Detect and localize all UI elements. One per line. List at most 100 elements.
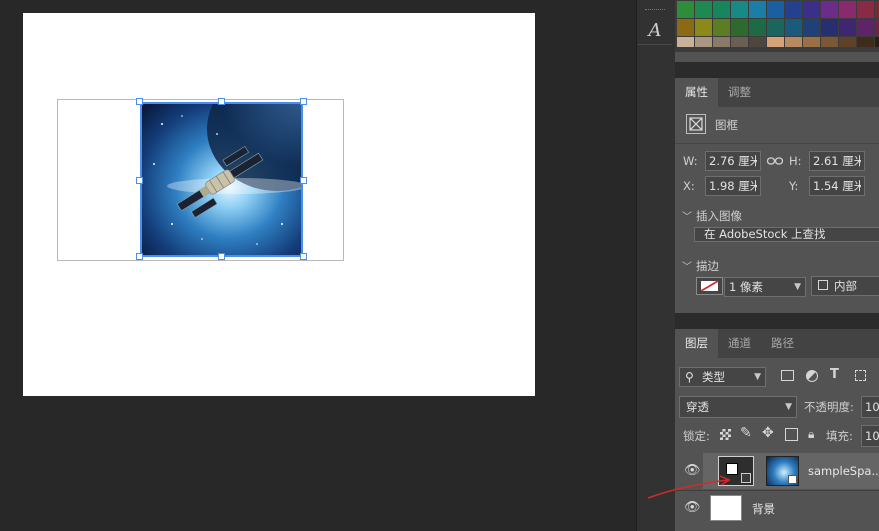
fill-input[interactable] bbox=[861, 425, 879, 447]
color-swatch[interactable] bbox=[803, 1, 820, 18]
layers-tabbar: 图层 通道 路径 bbox=[675, 329, 879, 358]
collapse-chevron-icon[interactable]: ﹀ bbox=[682, 208, 692, 223]
lock-all-icon[interactable]: 🔒︎ bbox=[808, 427, 814, 442]
properties-tabbar: 属性 调整 bbox=[675, 78, 879, 107]
transform-handle-top-center[interactable] bbox=[218, 98, 225, 105]
color-swatch[interactable] bbox=[875, 19, 879, 36]
transform-handle-top-left[interactable] bbox=[136, 98, 143, 105]
color-swatch[interactable] bbox=[731, 1, 748, 18]
tool-strip-grip[interactable] bbox=[645, 9, 665, 12]
transform-handle-middle-right[interactable] bbox=[300, 177, 307, 184]
lock-label: 锁定: bbox=[683, 429, 710, 443]
color-swatch[interactable] bbox=[785, 37, 802, 47]
opacity-input[interactable] bbox=[861, 396, 879, 418]
height-label: H: bbox=[789, 154, 802, 168]
color-swatch[interactable] bbox=[677, 19, 694, 36]
filter-shape-layer-icon[interactable] bbox=[855, 370, 866, 381]
stroke-inside-icon bbox=[818, 280, 828, 290]
color-swatch[interactable] bbox=[695, 1, 712, 18]
blend-mode-dropdown[interactable]: 穿透 ▼ bbox=[679, 396, 797, 418]
color-swatch[interactable] bbox=[677, 37, 694, 47]
width-input[interactable] bbox=[705, 151, 761, 171]
color-swatch[interactable] bbox=[767, 37, 784, 47]
color-swatch[interactable] bbox=[839, 19, 856, 36]
chevron-down-icon: ▼ bbox=[785, 402, 792, 412]
color-swatch[interactable] bbox=[713, 37, 730, 47]
chevron-down-icon: ▼ bbox=[754, 372, 761, 382]
tab-paths[interactable]: 路径 bbox=[761, 329, 804, 358]
color-swatch[interactable] bbox=[731, 37, 748, 47]
color-swatch[interactable] bbox=[857, 37, 874, 47]
height-input[interactable] bbox=[809, 151, 865, 171]
tab-layers[interactable]: 图层 bbox=[675, 329, 718, 358]
color-swatch[interactable] bbox=[839, 1, 856, 18]
color-swatch[interactable] bbox=[749, 37, 766, 47]
layer-filter-dropdown[interactable]: ⚲ 类型 ▼ bbox=[679, 367, 766, 387]
color-swatch[interactable] bbox=[677, 1, 694, 18]
tab-adjustments[interactable]: 调整 bbox=[718, 78, 761, 107]
insert-image-section-title: 插入图像 bbox=[696, 209, 742, 223]
x-label: X: bbox=[683, 179, 695, 193]
character-panel-icon[interactable]: A bbox=[640, 16, 670, 46]
filter-pixel-layer-icon[interactable] bbox=[781, 370, 794, 381]
stroke-position-dropdown[interactable]: 内部 bbox=[811, 276, 879, 296]
tab-channels[interactable]: 通道 bbox=[718, 329, 761, 358]
color-swatch[interactable] bbox=[857, 1, 874, 18]
search-icon: ⚲ bbox=[685, 370, 694, 384]
color-swatch[interactable] bbox=[875, 37, 879, 47]
tab-properties[interactable]: 属性 bbox=[675, 78, 718, 107]
panel-separator bbox=[675, 62, 879, 78]
color-swatch[interactable] bbox=[695, 19, 712, 36]
frame-badge-icon bbox=[741, 473, 751, 483]
lock-position-move-icon[interactable]: ✥ bbox=[762, 425, 774, 441]
opacity-label: 不透明度: bbox=[804, 400, 854, 414]
color-swatch[interactable] bbox=[857, 19, 874, 36]
filter-type-layer-icon[interactable]: T bbox=[830, 367, 839, 382]
collapse-chevron-icon[interactable]: ﹀ bbox=[682, 258, 692, 273]
stroke-width-dropdown[interactable]: 1 像素 ▼ bbox=[724, 277, 806, 297]
color-swatch[interactable] bbox=[803, 37, 820, 47]
frame-icon bbox=[686, 114, 706, 134]
color-swatch[interactable] bbox=[839, 37, 856, 47]
stroke-position-value: 内部 bbox=[834, 279, 857, 293]
transform-handle-bottom-left[interactable] bbox=[136, 253, 143, 260]
link-dimensions-icon[interactable] bbox=[766, 153, 784, 169]
lock-image-pixels-brush-icon[interactable]: ✎ bbox=[740, 425, 752, 441]
lock-artboard-icon[interactable] bbox=[785, 428, 798, 441]
transform-handle-bottom-right[interactable] bbox=[300, 253, 307, 260]
frame-type-label: 图框 bbox=[715, 118, 738, 132]
color-swatch[interactable] bbox=[767, 19, 784, 36]
transform-handle-middle-left[interactable] bbox=[136, 177, 143, 184]
color-swatch[interactable] bbox=[821, 19, 838, 36]
color-swatch[interactable] bbox=[713, 1, 730, 18]
y-label: Y: bbox=[789, 179, 799, 193]
layer-name[interactable]: sampleSpa...a bbox=[808, 464, 879, 478]
lock-transparent-pixels-icon[interactable] bbox=[720, 429, 731, 440]
color-swatch[interactable] bbox=[713, 19, 730, 36]
swatch-grid bbox=[677, 0, 879, 52]
transform-handle-top-right[interactable] bbox=[300, 98, 307, 105]
color-swatch[interactable] bbox=[821, 37, 838, 47]
layer-filter-value: 类型 bbox=[702, 370, 725, 384]
divider bbox=[675, 143, 879, 144]
color-swatch[interactable] bbox=[749, 1, 766, 18]
stroke-color-swatch[interactable] bbox=[696, 277, 723, 295]
stroke-section-title: 描边 bbox=[696, 259, 719, 273]
filter-adjustment-layer-icon[interactable] bbox=[806, 370, 818, 382]
x-input[interactable] bbox=[705, 176, 761, 196]
color-swatch[interactable] bbox=[821, 1, 838, 18]
color-swatch[interactable] bbox=[785, 19, 802, 36]
transform-handle-bottom-center[interactable] bbox=[218, 253, 225, 260]
find-on-adobestock-button[interactable]: 在 AdobeStock 上查找 bbox=[694, 227, 879, 242]
placed-image-space-station[interactable] bbox=[140, 102, 303, 257]
color-swatch[interactable] bbox=[785, 1, 802, 18]
color-swatch[interactable] bbox=[875, 1, 879, 18]
color-swatch[interactable] bbox=[695, 37, 712, 47]
color-swatch[interactable] bbox=[749, 19, 766, 36]
layer-name[interactable]: 背景 bbox=[752, 501, 775, 517]
y-input[interactable] bbox=[809, 176, 865, 196]
color-swatch[interactable] bbox=[767, 1, 784, 18]
stroke-width-value: 1 像素 bbox=[729, 280, 763, 294]
color-swatch[interactable] bbox=[803, 19, 820, 36]
color-swatch[interactable] bbox=[731, 19, 748, 36]
